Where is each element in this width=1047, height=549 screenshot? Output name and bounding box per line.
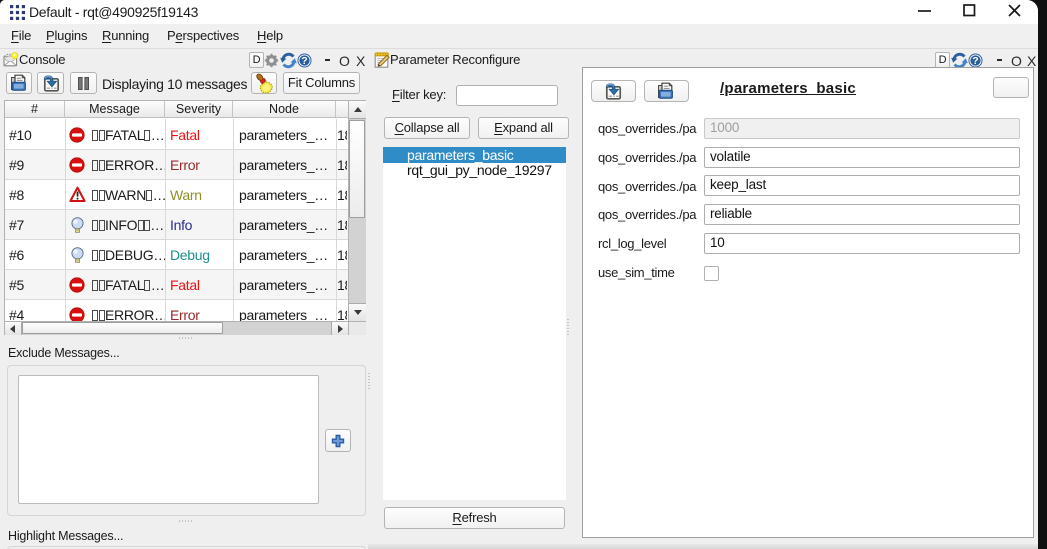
svg-text:?: ?	[301, 55, 307, 67]
svg-text:?: ?	[972, 55, 978, 67]
